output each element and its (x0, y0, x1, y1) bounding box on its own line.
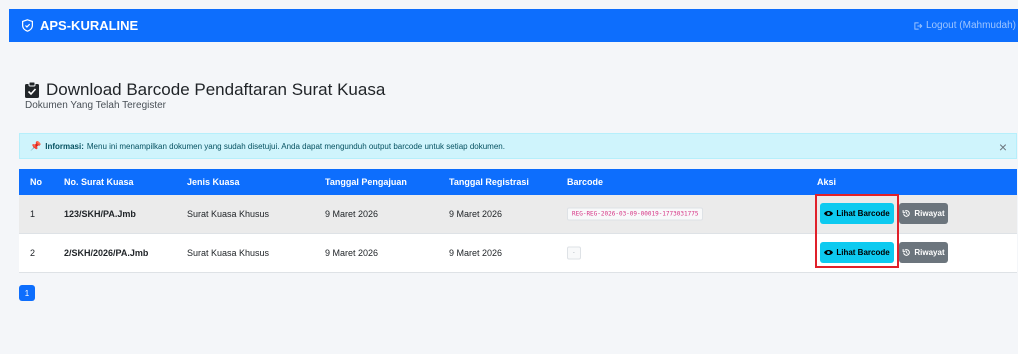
row-jenis: Surat Kuasa Khusus (187, 209, 270, 219)
row-nomor: 123/SKH/PA.Jmb (64, 209, 136, 219)
row-no: 2 (30, 248, 36, 258)
row-barcode: REG-REG-2026-03-09-00019-1773031775 (567, 207, 704, 221)
riwayat-label: Riwayat (914, 209, 945, 218)
alert-label: Informasi: (45, 141, 84, 151)
page-subtitle: Dokumen Yang Telah Teregister (25, 100, 167, 111)
row-nomor: 2/SKH/2026/PA.Jmb (64, 248, 149, 258)
page-title: Download Barcode Pendaftaran Surat Kuasa (25, 80, 385, 100)
table-header: No No. Surat Kuasa Jenis Kuasa Tanggal P… (19, 169, 1017, 195)
history-icon (902, 249, 911, 256)
info-alert: 📌 Informasi: Menu ini menampilkan dokume… (19, 133, 1017, 159)
row-no: 1 (30, 209, 36, 219)
logout-link[interactable]: Logout (Mahmudah) (913, 20, 1018, 31)
pagination-page-1[interactable]: 1 (19, 285, 35, 301)
riwayat-label: Riwayat (914, 248, 945, 257)
column-header-no-surat: No. Surat Kuasa (64, 177, 134, 187)
row-pengajuan: 9 Maret 2026 (325, 209, 379, 219)
column-header-aksi: Aksi (817, 177, 837, 187)
row-barcode: - (567, 246, 581, 260)
top-navbar: APS-KURALINE Logout (Mahmudah) (9, 9, 1018, 42)
shield-check-icon (22, 19, 33, 32)
clipboard-check-icon (25, 82, 39, 98)
column-header-jenis: Jenis Kuasa (187, 177, 240, 187)
pin-icon: 📌 (30, 140, 42, 151)
row-registrasi: 9 Maret 2026 (449, 248, 503, 258)
highlight-box (815, 194, 899, 268)
column-header-no: No (30, 177, 42, 187)
alert-text: Menu ini menampilkan dokumen yang sudah … (86, 141, 505, 151)
page-title-text: Download Barcode Pendaftaran Surat Kuasa (46, 80, 386, 99)
row-registrasi: 9 Maret 2026 (449, 209, 503, 219)
logout-label: Logout (Mahmudah) (925, 20, 1016, 31)
brand-label: APS-KURALINE (40, 18, 139, 33)
close-icon[interactable]: × (999, 139, 1007, 155)
row-pengajuan: 9 Maret 2026 (325, 248, 379, 258)
riwayat-button[interactable]: Riwayat (899, 203, 948, 224)
brand[interactable]: APS-KURALINE (21, 18, 138, 33)
riwayat-button[interactable]: Riwayat (899, 242, 948, 263)
column-header-registrasi: Tanggal Registrasi (449, 177, 529, 187)
history-icon (902, 210, 911, 217)
column-header-pengajuan: Tanggal Pengajuan (325, 177, 407, 187)
column-header-barcode: Barcode (567, 177, 604, 187)
logout-icon (914, 21, 923, 30)
row-jenis: Surat Kuasa Khusus (187, 248, 270, 258)
